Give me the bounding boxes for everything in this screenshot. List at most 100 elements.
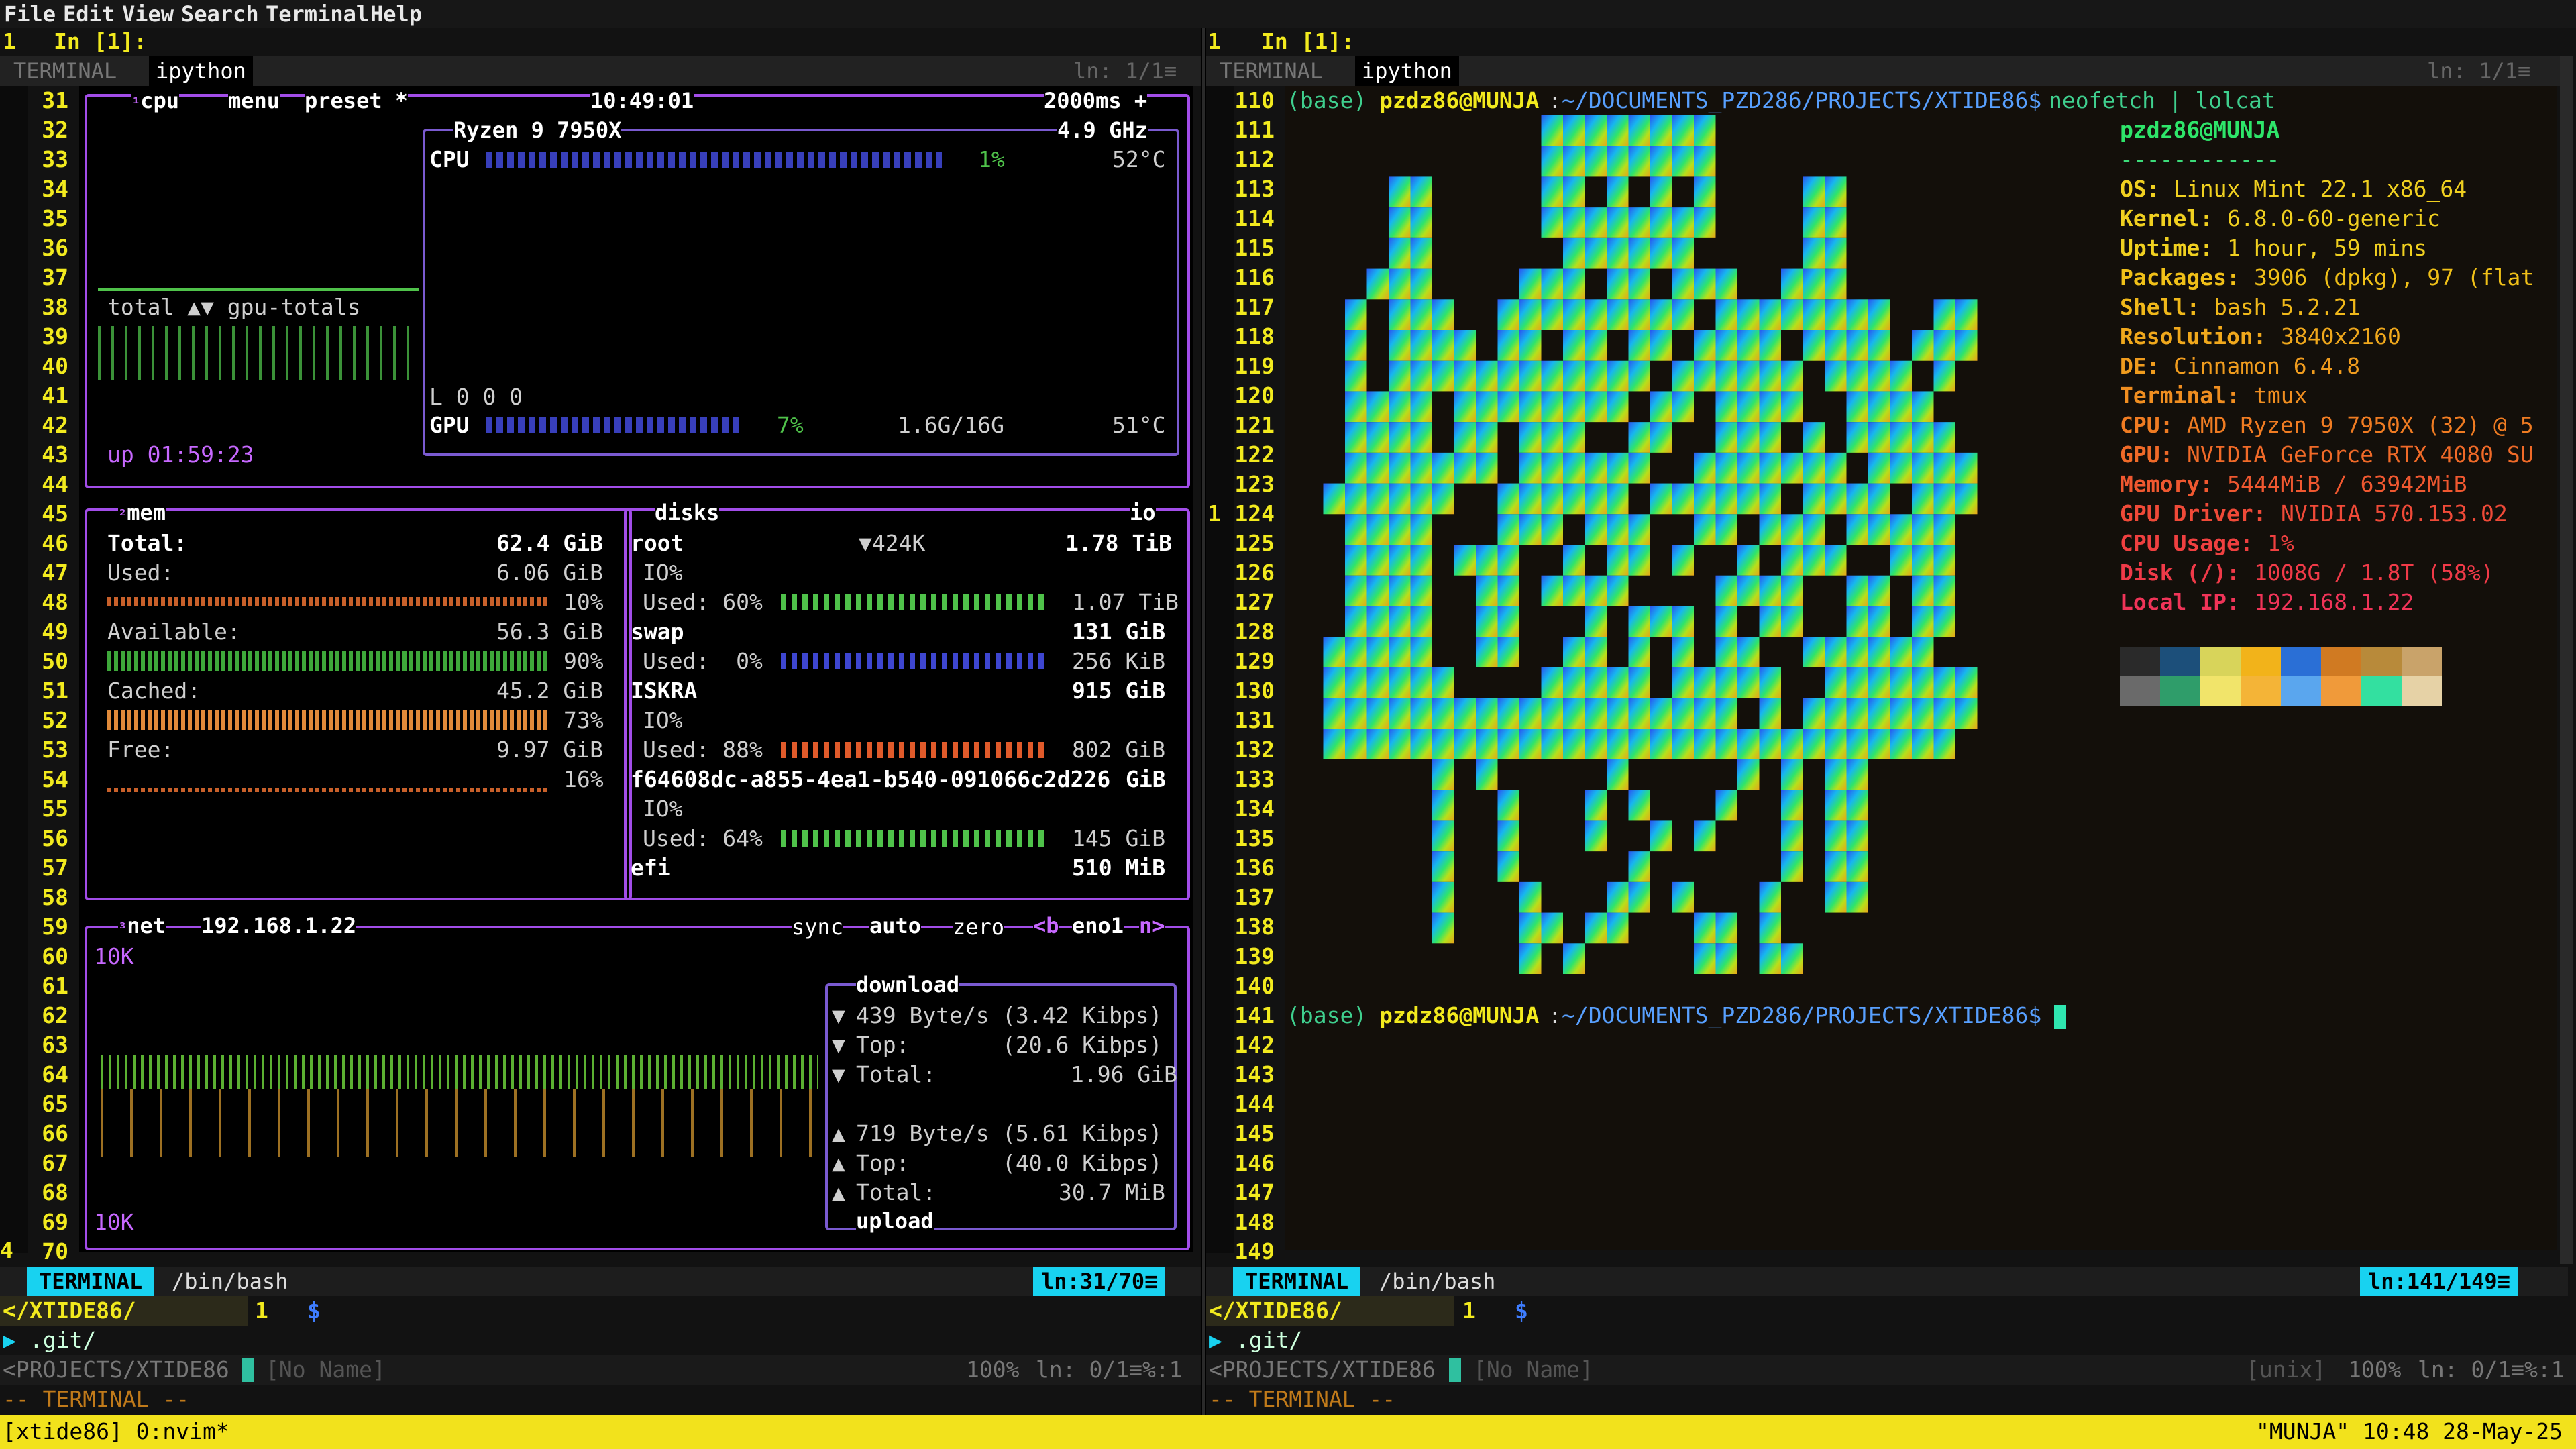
tmux-session[interactable]: [xtide86] 0:nvim* — [3, 1417, 229, 1446]
logo-pixel — [1890, 452, 1912, 484]
logo-pixel — [1825, 452, 1847, 484]
menu-button[interactable]: menu — [228, 87, 280, 114]
logo-pixel — [1410, 207, 1432, 238]
net-download-top: (20.6 Kibps) — [1002, 1032, 1163, 1058]
logo-pixel — [1715, 729, 1737, 759]
right-git-dir[interactable]: .git/ — [1236, 1326, 1302, 1355]
menu-help[interactable]: Help — [370, 0, 422, 28]
logo-pixel — [1737, 299, 1760, 330]
menu-edit[interactable]: Edit — [63, 0, 115, 28]
logo-pixel — [1933, 452, 1955, 484]
disk-uuid-meter — [781, 830, 1046, 847]
logo-pixel — [1781, 575, 1803, 606]
right-scrollbar[interactable] — [2560, 56, 2573, 1264]
logo-pixel — [1607, 207, 1629, 238]
logo-pixel — [1432, 452, 1454, 484]
left-git-dir[interactable]: .git/ — [30, 1326, 96, 1355]
preset-button[interactable]: preset * — [305, 87, 409, 114]
line-number: 142 — [1234, 1032, 1275, 1058]
logo-pixel — [1650, 729, 1672, 759]
line-number: 36 — [42, 235, 68, 261]
menu-file[interactable]: File — [4, 0, 56, 28]
logo-pixel — [1759, 299, 1781, 330]
neofetch-key: DE: — [2120, 353, 2160, 379]
disks-title: disks — [655, 499, 720, 526]
right-tab-terminal[interactable]: TERMINAL — [1220, 56, 1323, 86]
logo-pixel — [1476, 759, 1498, 790]
line-number: 123 — [1234, 471, 1275, 497]
logo-pixel — [1432, 881, 1454, 913]
logo-pixel — [1759, 943, 1781, 974]
disk-iskra-size: 915 GiB — [1072, 678, 1166, 704]
mem-box-title: ²mem — [118, 499, 166, 529]
logo-pixel — [1541, 422, 1563, 453]
mem-cached-percent: 73% — [564, 707, 604, 733]
net-prev-iface[interactable]: <b — [1033, 912, 1059, 939]
logo-pixel — [1955, 483, 1978, 515]
logo-pixel — [1628, 881, 1650, 913]
net-auto-toggle[interactable]: auto — [869, 912, 922, 939]
logo-pixel — [1715, 391, 1737, 423]
logo-pixel — [1672, 237, 1694, 269]
update-interval[interactable]: 2000ms + — [1044, 87, 1148, 114]
menu-search[interactable]: Search — [181, 0, 259, 28]
logo-pixel — [1781, 943, 1803, 974]
totals-toggle[interactable]: total ▲▼ gpu-totals — [107, 292, 361, 322]
logo-pixel — [1497, 637, 1519, 667]
left-tab-ipython[interactable]: ipython — [149, 56, 253, 86]
logo-pixel — [1563, 360, 1585, 392]
logo-pixel — [1890, 422, 1912, 453]
logo-pixel — [1323, 698, 1345, 729]
line-number: 125 — [1234, 530, 1275, 556]
logo-pixel — [1628, 851, 1650, 882]
right-status-path: /bin/bash — [1379, 1269, 1496, 1294]
logo-pixel — [1672, 268, 1694, 300]
mem-used-percent: 10% — [564, 589, 604, 615]
logo-pixel — [1672, 207, 1694, 238]
logo-pixel — [1825, 330, 1847, 361]
logo-pixel — [1825, 483, 1847, 515]
logo-pixels — [1323, 115, 1978, 974]
logo-pixel — [1607, 146, 1629, 177]
logo-pixel — [1432, 759, 1454, 790]
line-number: 143 — [1234, 1061, 1275, 1087]
logo-pixel — [1715, 912, 1737, 944]
left-line-number-4: 4 — [0, 1237, 13, 1263]
left-dir[interactable]: </XTIDE86/ — [3, 1296, 136, 1326]
logo-pixel — [1410, 360, 1432, 392]
io-toggle[interactable]: io — [1130, 499, 1156, 526]
logo-pixel — [1410, 299, 1432, 330]
logo-pixel — [1432, 330, 1454, 361]
mem-title: mem — [127, 500, 166, 525]
right-dir[interactable]: </XTIDE86/ — [1209, 1296, 1342, 1326]
mem-free-percent: 16% — [564, 766, 604, 792]
menu-view[interactable]: View — [122, 0, 174, 28]
logo-pixel — [1519, 330, 1542, 361]
net-next-iface[interactable]: n> — [1139, 912, 1165, 939]
logo-pixel — [1519, 943, 1542, 974]
logo-pixel — [1607, 268, 1629, 300]
logo-pixel — [1781, 360, 1803, 392]
logo-pixel — [1868, 729, 1890, 759]
logo-pixel — [1955, 330, 1978, 361]
palette-swatch — [2160, 647, 2200, 676]
logo-pixel — [1955, 698, 1978, 729]
logo-pixel — [1715, 268, 1737, 300]
logo-pixel — [1650, 820, 1672, 852]
left-mode-line: -- TERMINAL -- — [3, 1386, 190, 1412]
net-sync-toggle[interactable]: sync — [792, 914, 844, 941]
line-number: 45 — [42, 500, 68, 527]
left-tab-terminal[interactable]: TERMINAL — [13, 56, 117, 86]
pane-separator[interactable] — [1202, 28, 1205, 1415]
logo-pixel — [1715, 790, 1737, 821]
logo-pixel — [1454, 422, 1476, 453]
menu-terminal[interactable]: Terminal — [266, 0, 369, 28]
right-tab-ipython[interactable]: ipython — [1355, 56, 1459, 86]
line-number: 137 — [1234, 884, 1275, 910]
net-zero-toggle[interactable]: zero — [953, 914, 1005, 941]
logo-pixel — [1715, 667, 1737, 698]
line-number: 37 — [42, 264, 68, 290]
logo-pixel — [1846, 299, 1868, 330]
line-number: 43 — [42, 441, 68, 468]
terminal-cursor[interactable] — [2054, 1005, 2066, 1029]
